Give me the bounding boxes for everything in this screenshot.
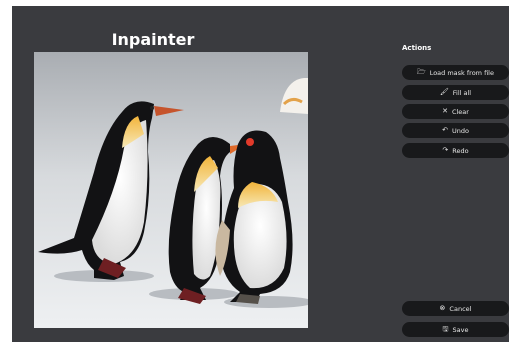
fill-all-button[interactable]: 🖌 Fill all [402, 85, 509, 100]
undo-button[interactable]: ↶ Undo [402, 123, 509, 138]
save-label: Save [452, 325, 469, 334]
cancel-icon: ⊗ [439, 304, 446, 312]
load-mask-button[interactable]: 🗁 Load mask from file [402, 65, 509, 80]
redo-icon: ↷ [442, 146, 449, 154]
save-icon: 🖫 [442, 325, 449, 333]
redo-label: Redo [452, 146, 469, 155]
fill-all-label: Fill all [452, 88, 472, 97]
clear-button[interactable]: ✕ Clear [402, 104, 509, 119]
clear-label: Clear [451, 107, 469, 116]
close-icon: ✕ [442, 107, 448, 115]
undo-label: Undo [451, 126, 469, 135]
folder-icon: 🗁 [417, 68, 426, 76]
load-mask-label: Load mask from file [429, 68, 494, 77]
paint-roller-icon: 🖌 [439, 88, 449, 96]
cancel-label: Cancel [449, 304, 472, 313]
inpainter-dialog: Inpainter Actions 🗁 Load mask from file … [12, 6, 509, 342]
cancel-button[interactable]: ⊗ Cancel [402, 301, 509, 316]
save-button[interactable]: 🖫 Save [402, 322, 509, 337]
penguin-image [34, 52, 308, 328]
redo-button[interactable]: ↷ Redo [402, 143, 509, 158]
actions-heading: Actions [402, 44, 432, 52]
dialog-title: Inpainter [111, 30, 195, 49]
undo-icon: ↶ [442, 126, 448, 134]
image-canvas[interactable] [34, 52, 308, 328]
